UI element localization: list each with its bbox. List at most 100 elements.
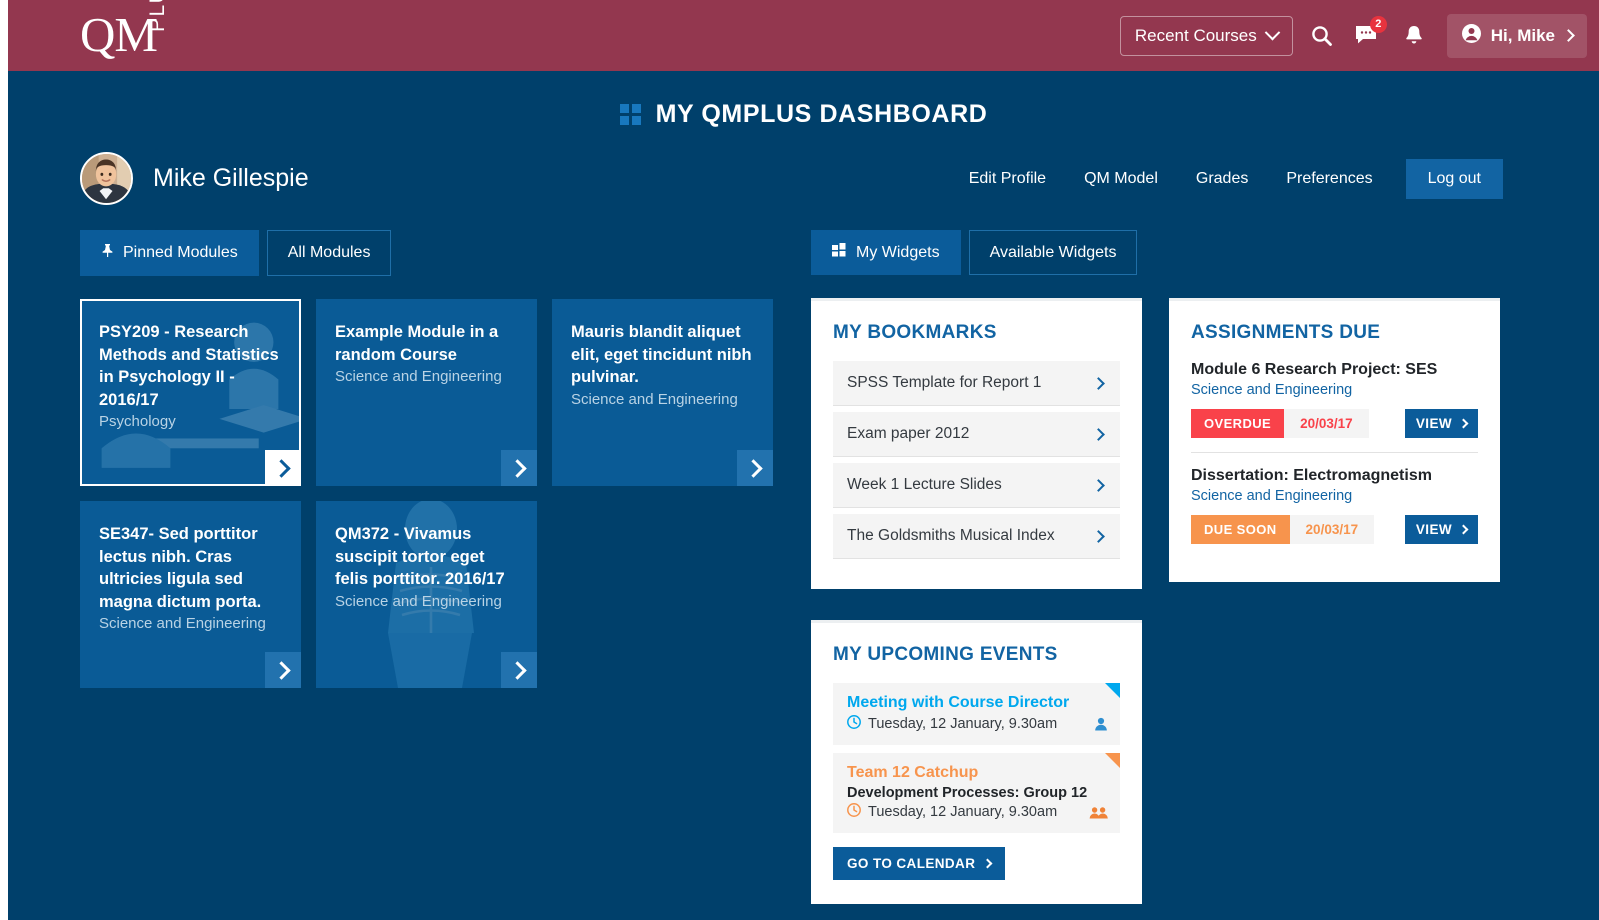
- notifications-button[interactable]: [1397, 19, 1431, 53]
- event-item[interactable]: Meeting with Course Director Tuesday, 12…: [833, 683, 1120, 745]
- search-button[interactable]: [1305, 19, 1339, 53]
- logout-button[interactable]: Log out: [1405, 158, 1503, 199]
- chevron-down-icon: [1264, 24, 1281, 41]
- go-to-calendar-button[interactable]: GO TO CALENDAR: [833, 847, 1006, 880]
- module-card-subtitle: Science and Engineering: [99, 615, 266, 632]
- assignment-course[interactable]: Science and Engineering: [1191, 488, 1478, 504]
- bookmark-item[interactable]: The Goldsmiths Musical Index: [833, 514, 1120, 559]
- assignment-name: Dissertation: Electromagnetism: [1191, 467, 1432, 484]
- group-icon: [1089, 805, 1109, 824]
- event-corner-marker: [1105, 753, 1120, 768]
- assignment-name: Module 6 Research Project: SES: [1191, 361, 1438, 378]
- module-card-open-button[interactable]: [737, 450, 773, 486]
- top-header-actions: Recent Courses 2 Hi, Mike: [1119, 13, 1587, 58]
- tab-my-widgets[interactable]: My Widgets: [811, 230, 961, 275]
- module-card-title: Example Module in a random Course: [335, 323, 499, 364]
- chevron-right-icon: [1092, 478, 1105, 492]
- assignment-item: Module 6 Research Project: SES Science a…: [1191, 361, 1478, 452]
- chevron-right-icon: [1092, 529, 1105, 543]
- event-item[interactable]: Team 12 Catchup Development Processes: G…: [833, 753, 1120, 833]
- chevron-right-icon: [271, 660, 291, 680]
- bookmark-label: SPSS Template for Report 1: [847, 374, 1042, 391]
- modules-tabs: Pinned Modules All Modules: [80, 230, 787, 276]
- user-greeting-label: Hi, Mike: [1490, 25, 1555, 45]
- module-card-open-button[interactable]: [501, 450, 537, 486]
- bookmark-label: Exam paper 2012: [847, 425, 970, 442]
- assignments-due-title: ASSIGNMENTS DUE: [1191, 322, 1381, 343]
- my-upcoming-events-panel: MY UPCOMING EVENTS Meeting with Course D…: [811, 620, 1142, 904]
- my-bookmarks-panel: MY BOOKMARKS SPSS Template for Report 1 …: [811, 298, 1142, 589]
- widgets-grid: MY BOOKMARKS SPSS Template for Report 1 …: [811, 298, 1503, 920]
- assignment-item: Dissertation: Electromagnetism Science a…: [1191, 452, 1478, 558]
- module-card-title: SE347- Sed porttitor lectus nibh. Cras u…: [99, 525, 262, 611]
- event-title: Team 12 Catchup: [847, 764, 979, 781]
- tab-available-widgets[interactable]: Available Widgets: [968, 230, 1138, 275]
- module-card[interactable]: Mauris blandit aliquet elit, eget tincid…: [552, 299, 773, 486]
- chevron-right-icon: [1562, 29, 1575, 42]
- chevron-right-icon: [743, 458, 763, 478]
- status-badge: DUE SOON: [1191, 515, 1290, 544]
- tab-pinned-modules-label: Pinned Modules: [123, 244, 238, 261]
- tab-all-modules[interactable]: All Modules: [266, 230, 392, 276]
- tab-available-widgets-label: Available Widgets: [989, 243, 1117, 261]
- avatar[interactable]: [80, 152, 133, 205]
- module-card-title: QM372 - Vivamus suscipit tortor eget fel…: [335, 525, 505, 588]
- tab-all-modules-label: All Modules: [287, 244, 371, 261]
- assignment-due-date: 20/03/17: [1284, 409, 1369, 438]
- widget-column-right: ASSIGNMENTS DUE Module 6 Research Projec…: [1169, 298, 1500, 920]
- module-card-open-button[interactable]: [265, 652, 301, 688]
- tab-pinned-modules[interactable]: Pinned Modules: [80, 230, 259, 276]
- recent-courses-dropdown[interactable]: Recent Courses: [1119, 15, 1293, 56]
- dashboard-body: MY QMPLUS DASHBOARD Mike Gillespie Edit …: [8, 71, 1599, 920]
- my-bookmarks-title: MY BOOKMARKS: [833, 322, 997, 343]
- dashboard-grid-icon: [619, 104, 641, 125]
- module-card-subtitle: Science and Engineering: [571, 390, 738, 408]
- recent-courses-label: Recent Courses: [1134, 25, 1257, 45]
- nav-link-preferences[interactable]: Preferences: [1267, 170, 1391, 188]
- widgets-column: My Widgets Available Widgets MY BOOKMARK…: [811, 230, 1503, 920]
- nav-link-edit-profile[interactable]: Edit Profile: [950, 170, 1065, 188]
- bookmark-item[interactable]: Exam paper 2012: [833, 412, 1120, 457]
- event-time-row: Tuesday, 12 January, 9.30am: [847, 803, 1106, 821]
- profile-row: Mike Gillespie Edit Profile QM Model Gra…: [80, 152, 1503, 205]
- module-card-open-button[interactable]: [501, 652, 537, 688]
- pin-icon: [101, 243, 114, 263]
- module-card-title: Mauris blandit aliquet elit, eget tincid…: [571, 323, 752, 386]
- top-header-bar: QM PLUS Recent Courses 2 Hi, Mike: [8, 0, 1599, 71]
- user-menu-button[interactable]: Hi, Mike: [1446, 13, 1587, 58]
- event-corner-marker: [1105, 683, 1120, 698]
- chevron-right-icon: [271, 458, 291, 478]
- module-card-open-button[interactable]: [265, 450, 299, 484]
- module-card[interactable]: Example Module in a random Course Scienc…: [316, 299, 537, 486]
- modules-column: Pinned Modules All Modules PSY209 - Rese…: [80, 230, 787, 920]
- assignments-due-panel: ASSIGNMENTS DUE Module 6 Research Projec…: [1169, 298, 1500, 582]
- assignment-view-button[interactable]: VIEW: [1404, 515, 1478, 544]
- bookmark-label: The Goldsmiths Musical Index: [847, 527, 1055, 544]
- assignment-course[interactable]: Science and Engineering: [1191, 382, 1478, 398]
- bookmark-item[interactable]: Week 1 Lecture Slides: [833, 463, 1120, 508]
- event-subtitle: Development Processes: Group 12: [847, 785, 1088, 801]
- assignment-meta: OVERDUE 20/03/17 VIEW: [1191, 409, 1478, 438]
- dashboard-columns: Pinned Modules All Modules PSY209 - Rese…: [8, 230, 1599, 920]
- widgets-tabs: My Widgets Available Widgets: [811, 230, 1503, 275]
- nav-link-grades[interactable]: Grades: [1177, 170, 1267, 188]
- chevron-right-icon: [1458, 524, 1469, 535]
- assignment-view-button[interactable]: VIEW: [1404, 409, 1478, 438]
- assignment-meta: DUE SOON 20/03/17 VIEW: [1191, 515, 1478, 544]
- module-card-title: PSY209 - Research Methods and Statistics…: [99, 323, 279, 409]
- assignment-view-label: VIEW: [1415, 522, 1452, 537]
- chevron-right-icon: [1092, 376, 1105, 390]
- logo-plus-wrap: PLUS: [146, 0, 184, 60]
- messages-button[interactable]: 2: [1351, 15, 1387, 53]
- module-card[interactable]: QM372 - Vivamus suscipit tortor eget fel…: [316, 501, 537, 688]
- go-to-calendar-label: GO TO CALENDAR: [847, 856, 976, 871]
- assignment-view-label: VIEW: [1415, 416, 1452, 431]
- bookmark-item[interactable]: SPSS Template for Report 1: [833, 361, 1120, 406]
- module-card[interactable]: SE347- Sed porttitor lectus nibh. Cras u…: [80, 501, 301, 688]
- tab-my-widgets-label: My Widgets: [856, 243, 940, 261]
- qmplus-logo[interactable]: QM PLUS: [80, 0, 184, 62]
- chevron-right-icon: [507, 660, 527, 680]
- chevron-right-icon: [982, 858, 993, 869]
- module-card[interactable]: PSY209 - Research Methods and Statistics…: [80, 299, 301, 486]
- nav-link-qm-model[interactable]: QM Model: [1065, 170, 1177, 188]
